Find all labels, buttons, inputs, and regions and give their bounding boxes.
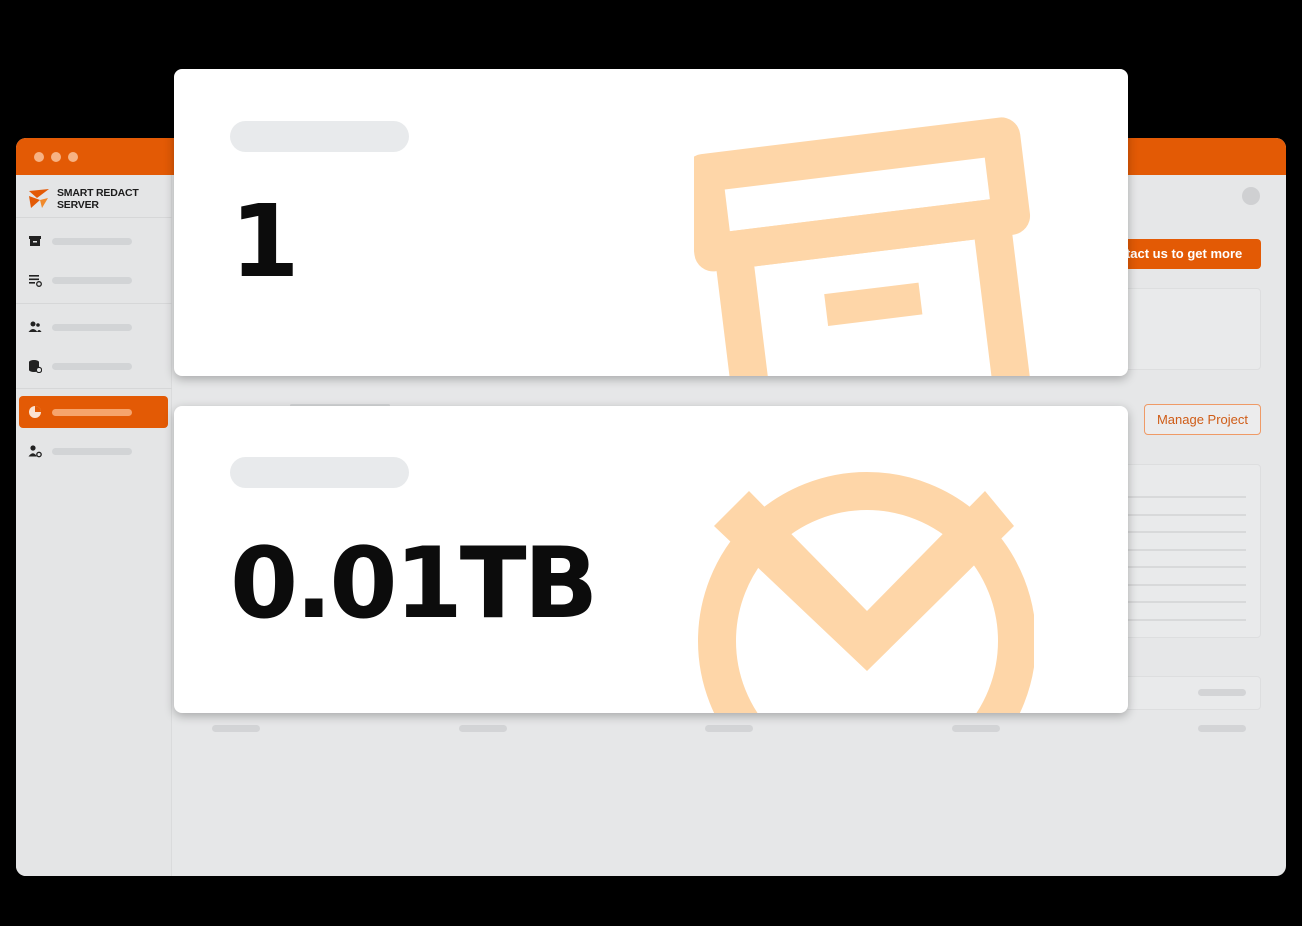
list-row [1126, 566, 1246, 568]
sidebar-item-archive[interactable] [19, 225, 168, 257]
table-cell-placeholder [1198, 725, 1246, 732]
sidebar-item-user-settings[interactable] [19, 435, 168, 467]
table-header-placeholder [1198, 689, 1246, 696]
stat-value: 0.01TB [230, 527, 598, 641]
list-row [1126, 549, 1246, 551]
sidebar: SMART REDACT SERVER [16, 175, 172, 876]
table-cell-placeholder [705, 725, 753, 732]
contact-us-button[interactable]: ntact us to get more [1106, 239, 1261, 269]
stat-value: 1 [230, 183, 300, 300]
manage-project-button[interactable]: Manage Project [1144, 404, 1261, 435]
sidebar-item-label-placeholder [52, 238, 132, 245]
list-panel [1116, 464, 1261, 638]
list-row [1126, 619, 1246, 621]
stat-label-placeholder [230, 121, 409, 152]
window-minimize-dot[interactable] [51, 152, 61, 162]
sidebar-item-label-placeholder [52, 363, 132, 370]
list-row [1126, 496, 1246, 498]
sidebar-item-label-placeholder [52, 277, 132, 284]
list-row [1126, 601, 1246, 603]
stat-card-storage: 0.01TB [174, 406, 1128, 713]
table-cell-placeholder [212, 725, 260, 732]
app-name: SMART REDACT SERVER [57, 187, 139, 211]
user-settings-icon [28, 445, 42, 458]
window-close-dot[interactable] [34, 152, 44, 162]
sidebar-divider [16, 388, 172, 389]
list-settings-icon [29, 275, 42, 287]
sidebar-item-statistics[interactable] [19, 396, 168, 428]
sidebar-divider [16, 217, 172, 218]
archive-box-icon [694, 117, 1034, 376]
list-row [1126, 514, 1246, 516]
users-icon [28, 321, 42, 332]
sidebar-item-list-settings[interactable] [19, 264, 168, 296]
storage-pie-icon [698, 472, 1034, 713]
list-row [1126, 584, 1246, 586]
stat-label-placeholder [230, 457, 409, 488]
sidebar-item-label-placeholder [52, 324, 132, 331]
archive-icon [29, 236, 41, 246]
sidebar-item-database-settings[interactable] [19, 350, 168, 382]
sidebar-item-users[interactable] [19, 311, 168, 343]
pie-chart-icon [29, 406, 41, 418]
list-row [1126, 531, 1246, 533]
table-cell-placeholder [459, 725, 507, 732]
logo-icon [29, 189, 49, 208]
sidebar-divider [16, 303, 172, 304]
table-cell-placeholder [952, 725, 1000, 732]
sidebar-item-label-placeholder [52, 448, 132, 455]
summary-panel [1116, 288, 1261, 370]
avatar[interactable] [1242, 187, 1260, 205]
database-settings-icon [29, 360, 42, 373]
app-logo[interactable]: SMART REDACT SERVER [28, 187, 168, 213]
stat-card-projects: 1 [174, 69, 1128, 376]
sidebar-item-label-placeholder [52, 409, 132, 416]
window-maximize-dot[interactable] [68, 152, 78, 162]
